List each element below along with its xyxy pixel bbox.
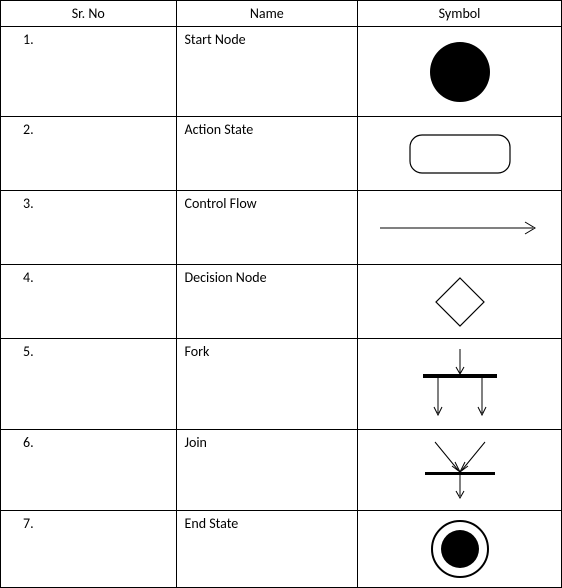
- join-icon: [405, 436, 515, 504]
- cell-name: Fork: [176, 339, 358, 430]
- cell-name: Decision Node: [176, 265, 358, 339]
- table-row: 4. Decision Node: [1, 265, 562, 339]
- cell-sr: 6.: [1, 430, 177, 511]
- fork-icon: [405, 345, 515, 423]
- cell-sr: 1.: [1, 27, 177, 117]
- header-name: Name: [176, 1, 358, 27]
- cell-name: Control Flow: [176, 191, 358, 265]
- table-header-row: Sr. No Name Symbol: [1, 1, 562, 27]
- cell-symbol: [358, 265, 562, 339]
- cell-sr: 5.: [1, 339, 177, 430]
- table-row: 7. End State: [1, 511, 562, 588]
- cell-symbol: [358, 27, 562, 117]
- start-node-icon: [425, 37, 495, 107]
- table-row: 2. Action State: [1, 117, 562, 191]
- cell-name: Action State: [176, 117, 358, 191]
- cell-symbol: [358, 339, 562, 430]
- cell-sr: 2.: [1, 117, 177, 191]
- table-row: 1. Start Node: [1, 27, 562, 117]
- decision-node-icon: [430, 272, 490, 332]
- header-sr: Sr. No: [1, 1, 177, 27]
- table-row: 5. Fork: [1, 339, 562, 430]
- end-state-icon: [428, 517, 492, 581]
- cell-sr: 7.: [1, 511, 177, 588]
- uml-symbols-table: Sr. No Name Symbol 1. Start Node 2. Acti…: [0, 0, 562, 588]
- control-flow-icon: [375, 218, 545, 238]
- cell-symbol: [358, 117, 562, 191]
- cell-sr: 3.: [1, 191, 177, 265]
- header-symbol: Symbol: [358, 1, 562, 27]
- cell-symbol: [358, 511, 562, 588]
- cell-sr: 4.: [1, 265, 177, 339]
- table-row: 3. Control Flow: [1, 191, 562, 265]
- cell-name: Start Node: [176, 27, 358, 117]
- action-state-icon: [405, 130, 515, 178]
- cell-name: Join: [176, 430, 358, 511]
- cell-symbol: [358, 191, 562, 265]
- cell-name: End State: [176, 511, 358, 588]
- cell-symbol: [358, 430, 562, 511]
- table-row: 6. Join: [1, 430, 562, 511]
